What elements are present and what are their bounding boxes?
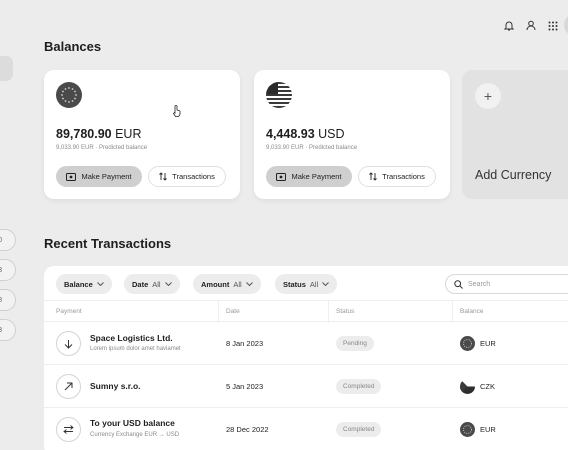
exchange-icon (56, 417, 81, 442)
search-input[interactable]: Search (445, 274, 568, 294)
grid-icon[interactable] (548, 21, 558, 31)
sidebar-pill[interactable]: 3 (0, 319, 16, 341)
transaction-date: 8 Jan 2023 (226, 339, 264, 348)
balance-amount: 4,448.93 USD (266, 127, 345, 141)
filter-amount[interactable]: Amount All (193, 274, 261, 294)
transactions-table: Balance Date All Amount All Status All Sear… (44, 266, 568, 450)
make-payment-button[interactable]: Make Payment (266, 166, 352, 187)
sidebar-pill[interactable]: 3 (0, 259, 16, 281)
sidebar-button[interactable] (0, 56, 13, 81)
swap-vertical-icon (159, 172, 167, 181)
search-icon (454, 279, 463, 289)
transaction-balance: CZK (460, 379, 495, 394)
chevron-down-icon (164, 282, 172, 286)
bell-icon[interactable] (504, 20, 514, 31)
balance-card-usd[interactable]: 4,448.93 USD 9,033.90 EUR · Predicted ba… (254, 70, 450, 199)
table-row[interactable]: To your USD balance Currency Exchange EU… (44, 408, 568, 450)
filter-date[interactable]: Date All (124, 274, 180, 294)
predicted-balance: 9,033.90 EUR · Predicted balance (266, 145, 358, 151)
filter-balance[interactable]: Balance (56, 274, 112, 294)
status-badge: Completed (336, 379, 382, 394)
top-icons (504, 20, 558, 31)
chevron-down-icon (322, 282, 330, 286)
make-payment-button[interactable]: Make Payment (56, 166, 142, 187)
cz-flag-icon (460, 379, 475, 394)
table-row[interactable]: Sumny s.r.o. 5 Jan 2023 Completed CZK (44, 365, 568, 408)
chevron-down-icon (245, 282, 253, 286)
transaction-title: To your USD balance (90, 418, 175, 428)
arrow-down-icon (56, 331, 81, 356)
balance-card-eur[interactable]: 89,780.90 EUR 9,033.90 EUR · Predicted b… (44, 70, 240, 199)
transaction-desc: Lorem ipsum dolor amet haviamet (90, 346, 181, 352)
transactions-button[interactable]: Transactions (148, 166, 226, 187)
balances-heading: Balances (44, 39, 102, 54)
transaction-title: Sumny s.r.o. (90, 381, 141, 391)
us-flag-icon (266, 82, 292, 108)
chevron-down-icon (96, 282, 104, 286)
transaction-date: 28 Dec 2022 (226, 425, 269, 434)
payment-icon (276, 172, 287, 181)
status-badge: Completed (336, 422, 382, 437)
filter-status[interactable]: Status All (275, 274, 338, 294)
add-currency-card[interactable]: + Add Currency (462, 70, 568, 199)
add-currency-label: Add Currency (475, 168, 552, 182)
eu-flag-icon (460, 336, 475, 351)
transaction-date: 5 Jan 2023 (226, 382, 264, 391)
avatar[interactable] (564, 14, 568, 36)
swap-vertical-icon (369, 172, 377, 181)
sidebar-pill[interactable]: 8 (0, 289, 16, 311)
col-balance: Balance (460, 308, 484, 315)
hand-cursor-icon (172, 105, 181, 117)
eu-flag-icon (56, 82, 82, 108)
col-payment: Payment (56, 308, 82, 315)
col-date: Date (226, 308, 240, 315)
status-badge: Pending (336, 336, 374, 351)
table-row[interactable]: Space Logistics Ltd. Lorem ipsum dolor a… (44, 322, 568, 365)
user-icon[interactable] (526, 20, 536, 31)
sidebar-pill[interactable]: 0 (0, 229, 16, 251)
predicted-balance: 9,033.90 EUR · Predicted balance (56, 145, 148, 151)
transactions-button[interactable]: Transactions (358, 166, 436, 187)
transaction-title: Space Logistics Ltd. (90, 333, 173, 343)
recent-transactions-heading: Recent Transactions (44, 236, 172, 251)
eu-flag-icon (460, 422, 475, 437)
payment-icon (66, 172, 77, 181)
transaction-balance: EUR (460, 336, 496, 351)
table-header: Payment Date Status Balance (44, 300, 568, 323)
transaction-desc: Currency Exchange EUR → USD (90, 432, 180, 438)
col-status: Status (336, 308, 355, 315)
balance-amount: 89,780.90 EUR (56, 127, 142, 141)
transaction-balance: EUR (460, 422, 496, 437)
arrow-up-right-icon (56, 374, 81, 399)
plus-icon: + (475, 83, 501, 109)
